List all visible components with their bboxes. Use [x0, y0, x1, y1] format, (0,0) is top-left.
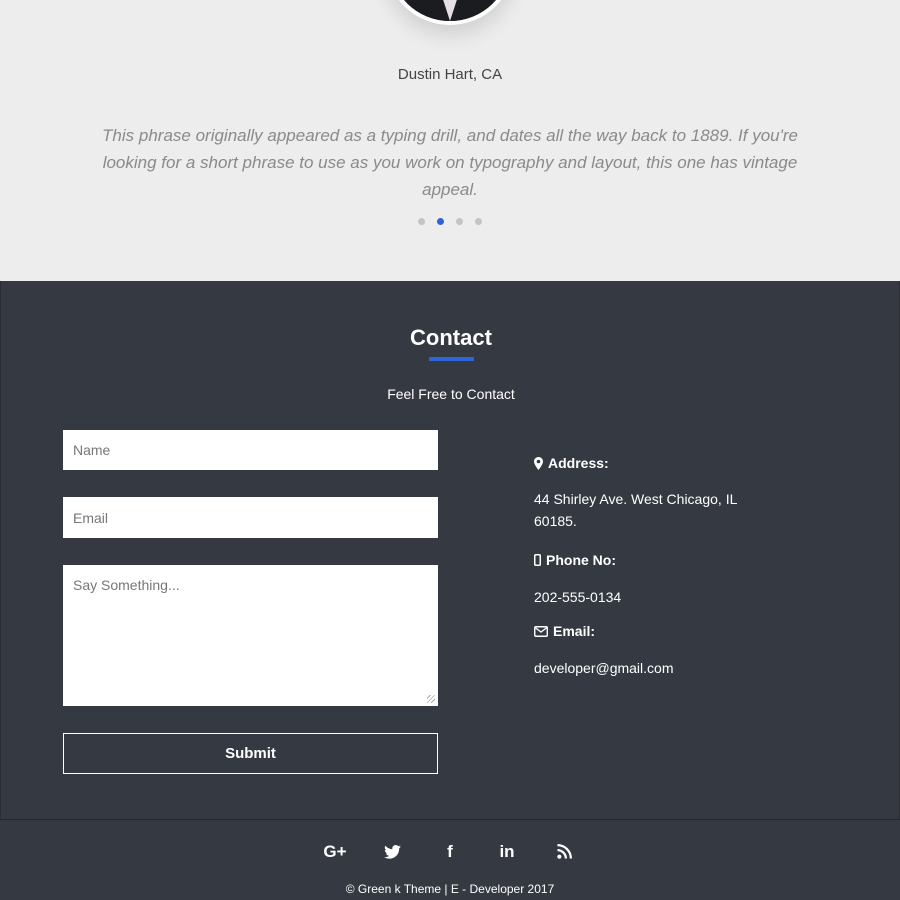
address-label: Address:	[548, 455, 609, 471]
envelope-icon	[534, 625, 548, 637]
map-marker-icon	[534, 456, 543, 470]
testimonial-name: Dustin Hart, CA	[397, 66, 503, 83]
address-value: 44 Shirley Ave. West Chicago, IL 60185.	[534, 491, 737, 529]
testimonial-avatar	[385, 0, 515, 25]
linkedin-icon[interactable]: in	[492, 840, 522, 864]
carousel-dot-2[interactable]	[437, 218, 444, 225]
submit-button[interactable]: Submit	[63, 733, 438, 774]
facebook-icon[interactable]: f	[435, 840, 465, 864]
rss-icon[interactable]	[549, 840, 579, 864]
contact-subtitle: Feel Free to Contact	[387, 386, 515, 402]
phone-value: 202-555-0134	[534, 589, 622, 605]
textarea-resize-handle[interactable]	[427, 695, 435, 703]
title-underline	[429, 357, 474, 361]
email-label: Email:	[553, 623, 596, 639]
footer: G+ f in © Green k Theme | E - Developer …	[0, 819, 900, 900]
testimonial-quote: This phrase originally appeared as a typ…	[102, 126, 798, 199]
google-plus-icon[interactable]: G+	[320, 840, 350, 864]
carousel-dot-4[interactable]	[475, 218, 482, 225]
email-input[interactable]	[63, 497, 438, 538]
carousel-dot-3[interactable]	[456, 218, 463, 225]
copyright-text: © Green k Theme | E - Developer 2017	[345, 882, 555, 896]
address-heading: Address:	[534, 455, 609, 471]
mobile-phone-icon	[534, 554, 541, 566]
twitter-icon[interactable]	[377, 840, 407, 864]
carousel-dot-1[interactable]	[418, 218, 425, 225]
phone-label: Phone No:	[546, 552, 616, 568]
contact-title: Contact	[410, 325, 492, 350]
contact-section: Contact Feel Free to Contact Submit Addr…	[0, 281, 900, 819]
testimonial-section: Dustin Hart, CA This phrase originally a…	[0, 0, 900, 281]
phone-heading: Phone No:	[534, 552, 616, 568]
carousel-dots	[0, 218, 900, 225]
social-links: G+ f in	[320, 840, 580, 864]
email-value[interactable]: developer@gmail.com	[534, 657, 754, 679]
name-input[interactable]	[63, 430, 438, 470]
email-heading: Email:	[534, 623, 595, 639]
message-textarea[interactable]	[63, 565, 438, 706]
